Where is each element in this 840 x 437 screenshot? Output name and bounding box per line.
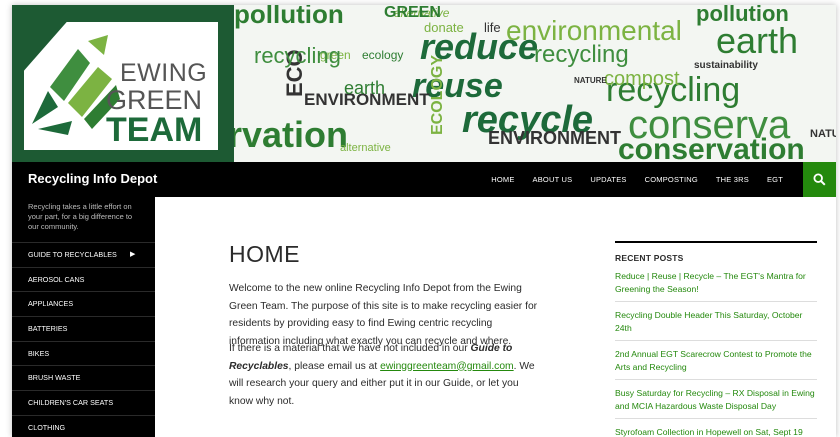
nav-egt[interactable]: EGT xyxy=(758,175,792,184)
sidebar-item-label: GUIDE TO RECYCLABLES xyxy=(28,250,117,259)
logo-text-ewing: EWING xyxy=(120,59,208,87)
sidebar-item-label: CLOTHING xyxy=(28,422,66,432)
sidebar-item-childrens-car-seats[interactable]: CHILDREN'S CAR SEATS xyxy=(12,390,155,415)
recent-post-link[interactable]: Styrofoam Collection in Hopewell on Sat,… xyxy=(615,419,817,437)
banner-word: donate xyxy=(424,20,464,35)
sidebar-item-guide-to-recyclables[interactable]: GUIDE TO RECYCLABLES ▶ xyxy=(12,242,155,267)
banner-word: NATURE xyxy=(810,128,836,140)
banner-word: NATURE xyxy=(574,76,607,85)
banner-word: pollution xyxy=(234,5,344,29)
paragraph-text: , please email us at xyxy=(288,360,381,372)
sidebar-item-batteries[interactable]: BATTERIES xyxy=(12,316,155,341)
site-tagline: Recycling takes a little effort on your … xyxy=(28,202,133,231)
nav-updates[interactable]: UPDATES xyxy=(581,175,635,184)
logo-text-team: TEAM xyxy=(106,111,203,149)
banner-word: sustainability xyxy=(694,60,758,71)
sidebar-menu: GUIDE TO RECYCLABLES ▶ AEROSOL CANS APPL… xyxy=(12,242,155,437)
banner-word: recycling xyxy=(254,43,341,68)
recent-post-link[interactable]: Reduce | Reuse | Recycle – The EGT's Man… xyxy=(615,263,817,302)
nav-composting[interactable]: COMPOSTING xyxy=(636,175,707,184)
page-title: HOME xyxy=(229,241,300,267)
word-cloud-banner: pollution alternative pollution reduce envir… xyxy=(234,5,836,162)
sidebar-item-label: AEROSOL CANS xyxy=(28,274,85,284)
header-banner[interactable]: EWING GREEN TEAM pollution alternative pol… xyxy=(12,5,836,162)
page: EWING GREEN TEAM pollution alternative pol… xyxy=(12,5,836,437)
sidebar-item-label: BATTERIES xyxy=(28,324,68,334)
banner-word: ENVIRONMENT xyxy=(488,128,622,148)
banner-word: compost xyxy=(604,68,680,90)
sidebar: Recycling takes a little effort on your … xyxy=(12,197,155,437)
site-title[interactable]: Recycling Info Depot xyxy=(28,171,157,186)
sidebar-item-clothing[interactable]: CLOTHING xyxy=(12,414,155,437)
sidebar-item-brush-waste[interactable]: BRUSH WASTE xyxy=(12,365,155,390)
paragraph-text: If there is a material that we have not … xyxy=(229,343,471,354)
top-bar: Recycling Info Depot HOME ABOUT US UPDAT… xyxy=(12,162,836,197)
search-button[interactable] xyxy=(803,162,836,197)
banner-word: GREEN xyxy=(384,5,441,21)
logo-text-green: GREEN xyxy=(106,85,203,115)
sidebar-item-label: BRUSH WASTE xyxy=(28,373,81,383)
primary-navigation: HOME ABOUT US UPDATES COMPOSTING THE 3RS… xyxy=(482,162,792,197)
contact-paragraph: If there is a material that we have not … xyxy=(229,340,541,410)
nav-about-us[interactable]: ABOUT US xyxy=(524,175,582,184)
email-link[interactable]: ewinggreenteam@gmail.com xyxy=(380,361,514,372)
sidebar-item-label: APPLIANCES xyxy=(28,299,74,309)
widget-divider xyxy=(615,241,817,243)
search-icon xyxy=(813,173,826,186)
banner-word: ecology xyxy=(362,48,404,62)
banner-word: conservation xyxy=(618,133,805,163)
banner-word: life xyxy=(484,20,501,35)
banner-word: recycling xyxy=(534,41,629,68)
recent-post-link[interactable]: Busy Saturday for Recycling – RX Disposa… xyxy=(615,380,817,419)
banner-word: rvation xyxy=(234,114,349,155)
recent-post-link[interactable]: Recycling Double Header This Saturday, O… xyxy=(615,302,817,341)
banner-word: ECOLOGY xyxy=(429,54,446,135)
sidebar-item-label: BIKES xyxy=(28,348,50,358)
caret-right-icon: ▶ xyxy=(130,251,136,258)
recent-posts-widget: RECENT POSTS Reduce | Reuse | Recycle – … xyxy=(615,241,817,437)
widget-title: RECENT POSTS xyxy=(615,253,684,263)
sidebar-item-appliances[interactable]: APPLIANCES xyxy=(12,291,155,316)
logo[interactable]: EWING GREEN TEAM xyxy=(12,5,234,162)
recent-post-link[interactable]: 2nd Annual EGT Scarecrow Contest to Prom… xyxy=(615,341,817,380)
banner-word: earth xyxy=(716,20,799,61)
sidebar-item-bikes[interactable]: BIKES xyxy=(12,340,155,366)
sidebar-item-label: CHILDREN'S CAR SEATS xyxy=(28,398,114,408)
nav-home[interactable]: HOME xyxy=(482,175,523,184)
sidebar-item-aerosol-cans[interactable]: AEROSOL CANS xyxy=(12,266,155,292)
banner-word: alternative xyxy=(340,142,391,154)
banner-word: earth xyxy=(344,78,386,98)
nav-the-3rs[interactable]: THE 3RS xyxy=(707,175,758,184)
main-content: HOME Welcome to the new online Recycling… xyxy=(155,197,836,437)
